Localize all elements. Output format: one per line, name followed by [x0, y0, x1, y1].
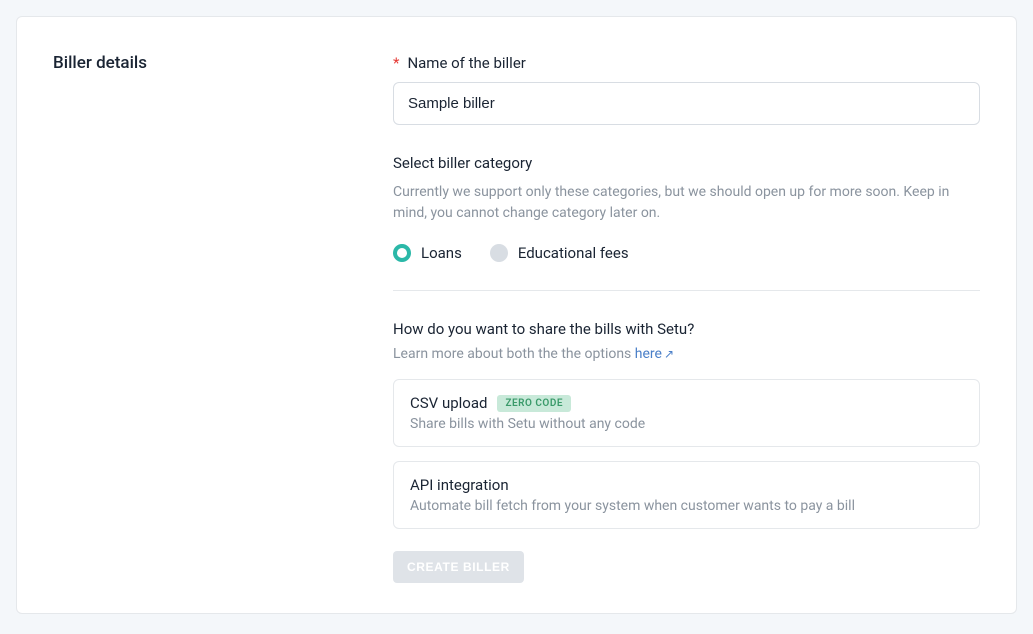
name-label-row: * Name of the biller	[393, 53, 980, 72]
share-helper-text: Learn more about both the the options he…	[393, 344, 980, 365]
divider	[393, 290, 980, 291]
share-option-api-integration[interactable]: API integration Automate bill fetch from…	[393, 461, 980, 529]
biller-name-input[interactable]	[393, 82, 980, 125]
api-integration-title: API integration	[410, 476, 509, 494]
radio-option-educational-fees[interactable]: Educational fees	[490, 244, 629, 262]
csv-upload-title: CSV upload	[410, 394, 487, 412]
biller-details-card: Biller details * Name of the biller Sele…	[16, 16, 1017, 614]
name-field-label: Name of the biller	[407, 54, 525, 72]
share-section: How do you want to share the bills with …	[393, 319, 980, 583]
learn-more-link[interactable]: here	[635, 346, 662, 362]
category-radio-group: Loans Educational fees	[393, 244, 980, 262]
category-field-block: Select biller category Currently we supp…	[393, 153, 980, 262]
radio-unselected-icon	[490, 244, 508, 262]
radio-selected-icon	[393, 244, 411, 262]
category-label-row: Select biller category	[393, 153, 980, 172]
category-helper-text: Currently we support only these categori…	[393, 182, 980, 224]
section-title: Biller details	[53, 53, 373, 73]
radio-label-loans: Loans	[421, 244, 462, 262]
category-field-label: Select biller category	[393, 154, 532, 172]
api-title-row: API integration	[410, 476, 963, 494]
left-column: Biller details	[53, 53, 373, 583]
share-helper-prefix: Learn more about both the the options	[393, 346, 635, 362]
share-field-label: How do you want to share the bills with …	[393, 320, 694, 338]
create-biller-button[interactable]: CREATE BILLER	[393, 551, 524, 583]
zero-code-badge: ZERO CODE	[497, 395, 571, 412]
share-label-row: How do you want to share the bills with …	[393, 319, 980, 338]
api-integration-desc: Automate bill fetch from your system whe…	[410, 498, 963, 514]
external-link-icon: ↗	[664, 347, 674, 361]
radio-option-loans[interactable]: Loans	[393, 244, 462, 262]
required-asterisk-icon: *	[393, 54, 399, 72]
right-column: * Name of the biller Select biller categ…	[393, 53, 980, 583]
csv-upload-desc: Share bills with Setu without any code	[410, 416, 963, 432]
radio-label-educational-fees: Educational fees	[518, 244, 629, 262]
csv-title-row: CSV upload ZERO CODE	[410, 394, 963, 412]
share-option-csv-upload[interactable]: CSV upload ZERO CODE Share bills with Se…	[393, 379, 980, 447]
name-field-block: * Name of the biller	[393, 53, 980, 125]
